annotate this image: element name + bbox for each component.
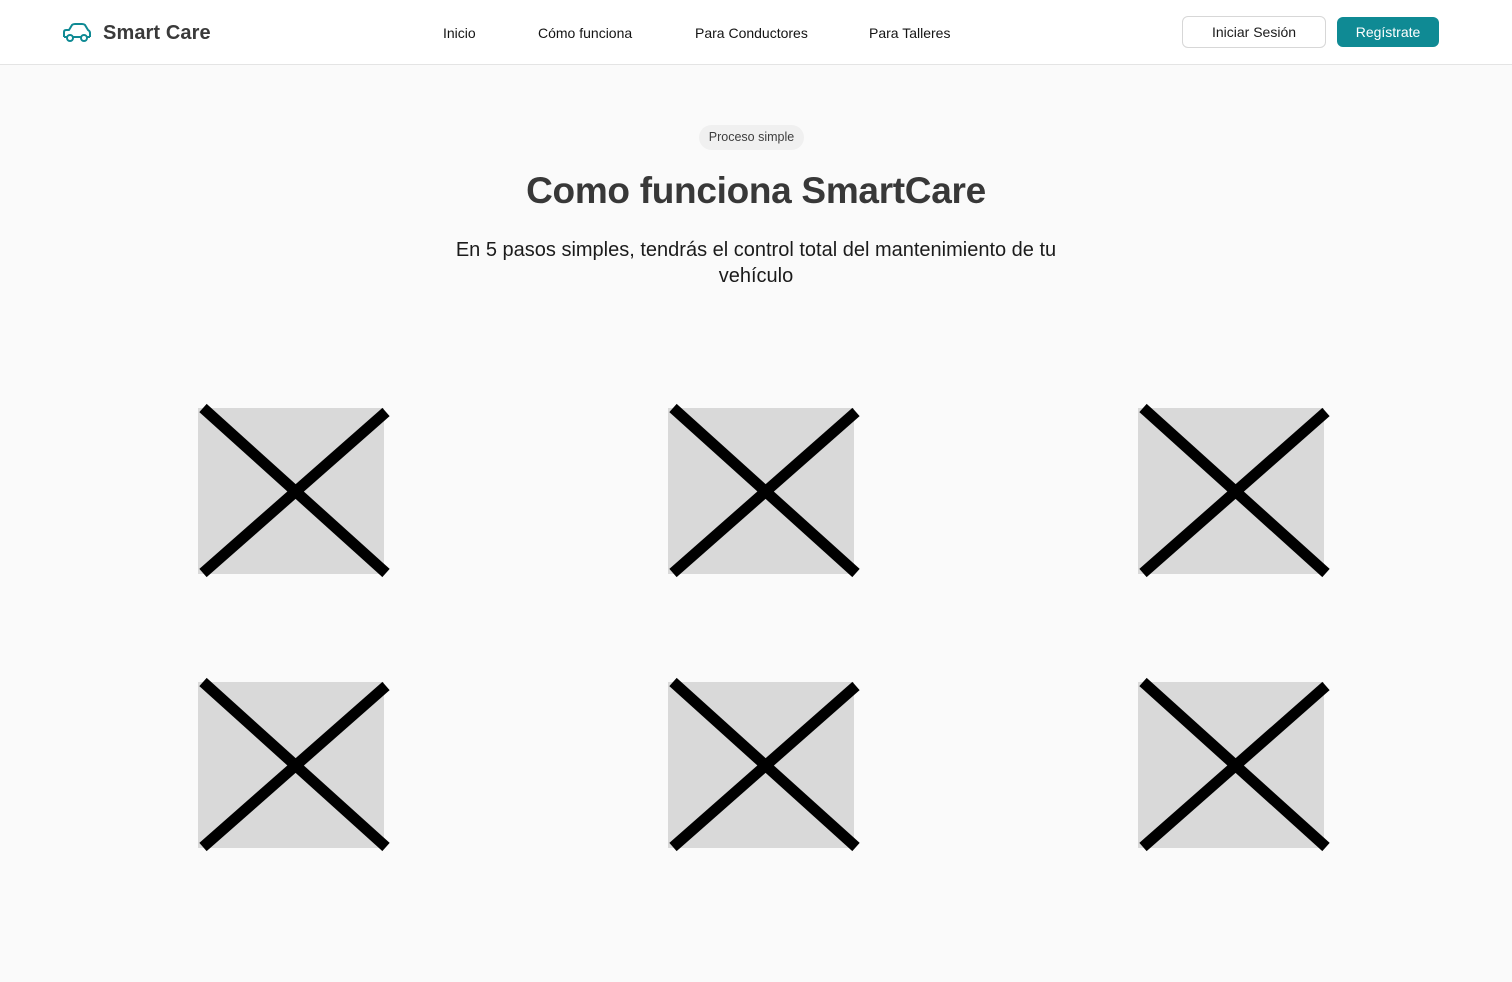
image-placeholder-icon xyxy=(1138,403,1330,578)
image-placeholder-icon xyxy=(198,677,390,852)
step-image-3 xyxy=(1137,403,1333,579)
login-button[interactable]: Iniciar Sesión xyxy=(1182,16,1326,48)
section-subtitle: En 5 pasos simples, tendrás el control t… xyxy=(455,239,1057,287)
image-placeholder-icon xyxy=(668,677,860,852)
nav-como-funciona[interactable]: Cómo funciona xyxy=(538,22,632,44)
section-title: Como funciona SmartCare xyxy=(526,170,986,211)
brand-name: Smart Care xyxy=(103,21,211,44)
image-placeholder-icon xyxy=(1138,677,1330,852)
brand-logo[interactable]: Smart Care xyxy=(61,19,211,47)
step-image-5 xyxy=(667,677,863,853)
step-image-4 xyxy=(197,677,393,853)
step-image-1 xyxy=(197,403,393,579)
image-placeholder-icon xyxy=(198,403,390,578)
top-navbar: Smart Care Inicio Cómo funciona Para Con… xyxy=(0,0,1512,65)
nav-inicio[interactable]: Inicio xyxy=(443,22,476,44)
nav-para-talleres[interactable]: Para Talleres xyxy=(869,22,950,44)
image-placeholder-icon xyxy=(668,403,860,578)
step-image-2 xyxy=(667,403,863,579)
car-icon xyxy=(63,23,91,42)
nav-para-conductores[interactable]: Para Conductores xyxy=(695,22,808,44)
signup-button[interactable]: Regístrate xyxy=(1337,17,1439,47)
section-badge: Proceso simple xyxy=(699,125,804,150)
step-image-6 xyxy=(1137,677,1333,853)
